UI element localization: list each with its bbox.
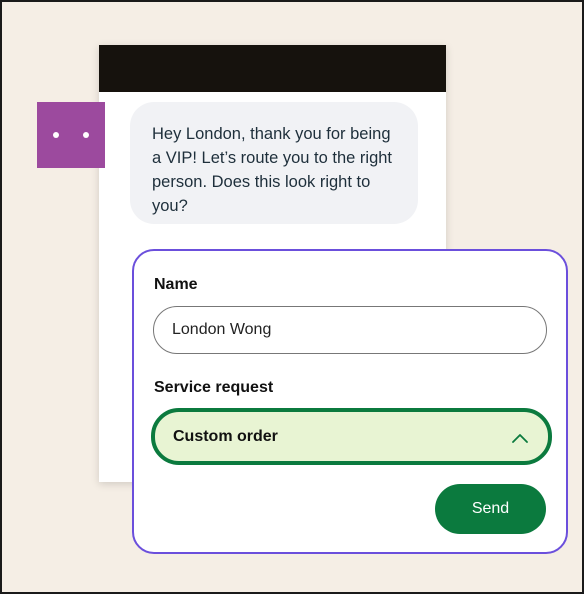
- name-label: Name: [154, 276, 198, 293]
- service-request-select[interactable]: Custom order: [151, 408, 552, 465]
- dot-icon: [83, 132, 89, 138]
- chat-header: [99, 45, 446, 92]
- name-field-value: London Wong: [172, 321, 272, 338]
- app-canvas: Hey London, thank you for being a VIP! L…: [0, 0, 584, 594]
- chat-message-text: Hey London, thank you for being a VIP! L…: [152, 125, 393, 215]
- bot-avatar: [37, 102, 105, 168]
- name-field[interactable]: London Wong: [153, 306, 547, 354]
- chat-message-bubble: Hey London, thank you for being a VIP! L…: [130, 102, 418, 224]
- service-request-label: Service request: [154, 379, 274, 396]
- chevron-up-icon: [512, 428, 528, 446]
- routing-form: Name London Wong Service request Custom …: [132, 249, 568, 554]
- send-button[interactable]: Send: [435, 484, 546, 534]
- dot-icon: [53, 132, 59, 138]
- service-request-value: Custom order: [173, 427, 278, 445]
- send-button-label: Send: [471, 500, 510, 517]
